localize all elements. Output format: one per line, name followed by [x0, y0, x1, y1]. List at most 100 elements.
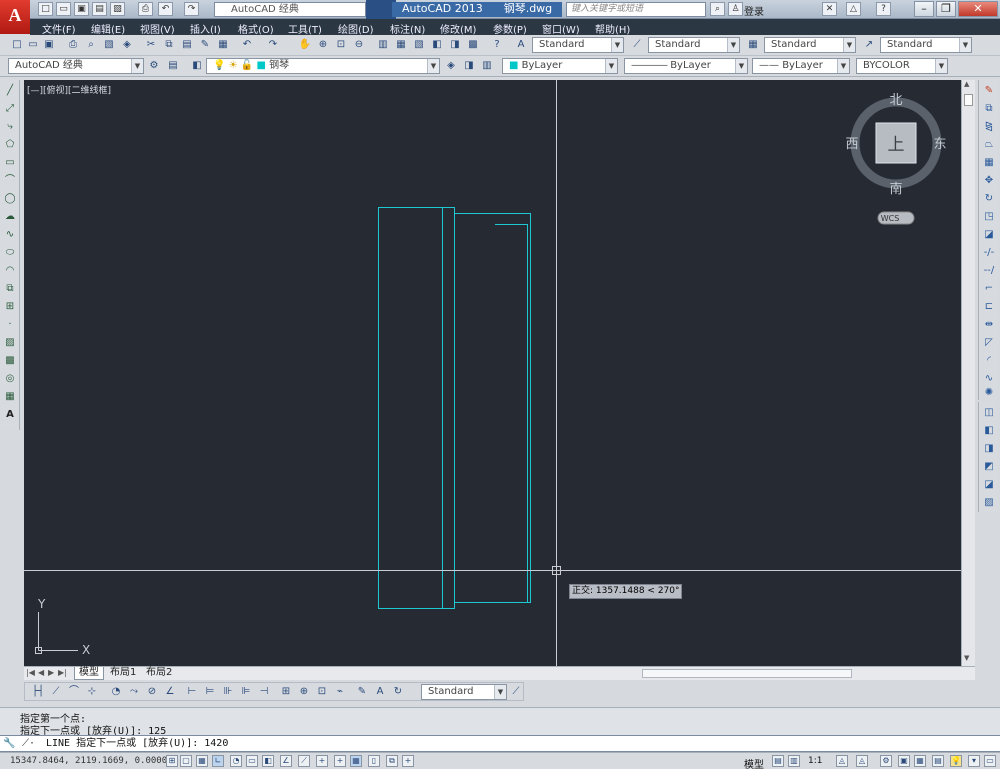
table-style-select[interactable]: Standard ▼: [764, 37, 856, 53]
zoom-window-icon[interactable]: ⊡: [334, 38, 348, 52]
text-to-front-icon[interactable]: ◪: [982, 478, 996, 492]
hardware-accel-icon[interactable]: ▦: [914, 755, 926, 767]
zoom-realtime-icon[interactable]: ⊕: [316, 38, 330, 52]
revision-cloud-icon[interactable]: ☁: [3, 210, 17, 224]
binoculars-icon[interactable]: ⌕: [710, 2, 725, 16]
scrollbar-thumb[interactable]: [964, 94, 973, 106]
drawing-area[interactable]: [—][俯视][二维线框] Y X 上 北 南 东 西 WCS 正交: 1357…: [24, 80, 961, 666]
fillet-icon[interactable]: ◜: [982, 354, 996, 368]
inspection-icon[interactable]: ⊡: [315, 685, 329, 699]
quick-view-drawings-icon[interactable]: ▥: [788, 755, 800, 767]
transparency-icon[interactable]: ▦: [350, 755, 362, 767]
hatch-to-back-icon[interactable]: ▨: [982, 496, 996, 510]
cut-icon[interactable]: ✂: [144, 38, 158, 52]
region-icon[interactable]: ◎: [3, 372, 17, 386]
drawing-line-in-progress[interactable]: [495, 224, 528, 603]
menu-format[interactable]: 格式(O): [238, 21, 274, 36]
menu-dimension[interactable]: 标注(N): [390, 21, 425, 36]
menu-parametric[interactable]: 参数(P): [493, 21, 527, 36]
help-icon[interactable]: ?: [490, 38, 504, 52]
save-icon[interactable]: ▣: [42, 38, 56, 52]
piano-drawing[interactable]: [378, 207, 531, 609]
layer-properties-icon[interactable]: ◧: [190, 59, 204, 73]
annotation-scale[interactable]: 1:1: [808, 756, 822, 766]
annotation-monitor-icon[interactable]: +: [402, 755, 414, 767]
undo-icon[interactable]: ↶: [240, 38, 254, 52]
menu-edit[interactable]: 编辑(E): [91, 21, 125, 36]
paste-icon[interactable]: ▤: [180, 38, 194, 52]
wrench-icon[interactable]: 🔧: [3, 736, 15, 751]
ellipse-arc-icon[interactable]: ◠: [3, 264, 17, 278]
workspace-select[interactable]: AutoCAD 经典 ▼: [8, 58, 144, 74]
redo-icon[interactable]: ↷: [266, 38, 280, 52]
menu-view[interactable]: 视图(V): [140, 21, 175, 36]
chamfer-icon[interactable]: ◸: [982, 336, 996, 350]
offset-icon[interactable]: ⏢: [982, 138, 996, 152]
design-center-icon[interactable]: ▦: [394, 38, 408, 52]
horizontal-scrollbar[interactable]: [642, 669, 852, 678]
dim-style-select[interactable]: Standard ▼: [648, 37, 740, 53]
tab-prev-icon[interactable]: ◀: [38, 667, 44, 680]
linetype-select[interactable]: ———— ByLayer ▼: [624, 58, 748, 74]
workspace-toggle-icon[interactable]: ▤: [166, 59, 180, 73]
text-style-select[interactable]: Standard ▼: [532, 37, 624, 53]
aligned-dim-icon[interactable]: ⟋: [49, 685, 63, 699]
insert-block-icon[interactable]: ⧉: [3, 282, 17, 296]
login-label[interactable]: 登录: [744, 3, 764, 18]
preview-icon[interactable]: ⌕: [84, 38, 98, 52]
publish-icon[interactable]: ▧: [110, 2, 125, 16]
close-icon[interactable]: ✕: [958, 1, 998, 17]
menu-insert[interactable]: 插入(I): [190, 21, 221, 36]
quick-dim-icon[interactable]: ⊢: [185, 685, 199, 699]
snap-mode-icon[interactable]: ▢: [180, 755, 192, 767]
make-block-icon[interactable]: ⊞: [3, 300, 17, 314]
tab-layout1[interactable]: 布局1: [106, 667, 140, 680]
open-icon[interactable]: ▭: [26, 38, 40, 52]
array-icon[interactable]: ▦: [982, 156, 996, 170]
polyline-icon[interactable]: ⤷: [3, 120, 17, 134]
properties-icon[interactable]: ▥: [376, 38, 390, 52]
text-style-icon[interactable]: A: [514, 38, 528, 52]
center-mark-icon[interactable]: ⊕: [297, 685, 311, 699]
linear-dim-icon[interactable]: ├┤: [31, 685, 45, 699]
trim-icon[interactable]: -/-: [982, 246, 996, 260]
restore-icon[interactable]: ❐: [936, 1, 956, 17]
menu-window[interactable]: 窗口(W): [542, 21, 580, 36]
arc-length-icon[interactable]: ⌒: [67, 685, 81, 699]
jogged-dim-icon[interactable]: ⤳: [127, 685, 141, 699]
ducs-icon[interactable]: ⟋: [298, 755, 310, 767]
workspace-switch-icon[interactable]: ⚙: [880, 755, 892, 767]
polygon-icon[interactable]: ⬠: [3, 138, 17, 152]
plot-icon[interactable]: ⎙: [138, 2, 153, 16]
warning-icon[interactable]: △: [846, 2, 861, 16]
tab-layout2[interactable]: 布局2: [142, 667, 176, 680]
dim-space-icon[interactable]: ⊫: [239, 685, 253, 699]
tool-palettes-icon[interactable]: ▧: [412, 38, 426, 52]
dyn-icon[interactable]: +: [316, 755, 328, 767]
clean-screen-icon[interactable]: ▭: [984, 755, 996, 767]
layer-previous-icon[interactable]: ◨: [462, 59, 476, 73]
dim-style-manager-icon[interactable]: ⟋: [509, 685, 523, 699]
angular-dim-icon[interactable]: ∠: [163, 685, 177, 699]
ortho-icon[interactable]: ∟: [212, 755, 224, 767]
multileader-style-icon[interactable]: ↗: [862, 38, 876, 52]
minimize-icon[interactable]: –: [914, 1, 934, 17]
save-icon[interactable]: ▣: [74, 2, 89, 16]
baseline-dim-icon[interactable]: ⊨: [203, 685, 217, 699]
exchange-icon[interactable]: ✕: [822, 2, 837, 16]
construction-line-icon[interactable]: ⤢: [3, 102, 17, 116]
lock-ui-icon[interactable]: ▣: [898, 755, 910, 767]
break-icon[interactable]: ⊏: [982, 300, 996, 314]
plot-icon[interactable]: ⎙: [66, 38, 80, 52]
rectangle-icon[interactable]: ▭: [3, 156, 17, 170]
bring-above-icon[interactable]: ◨: [982, 442, 996, 456]
move-icon[interactable]: ✥: [982, 174, 996, 188]
scroll-down-icon[interactable]: ▼: [964, 654, 969, 662]
block-editor-icon[interactable]: ▦: [216, 38, 230, 52]
lineweight-toggle-icon[interactable]: +: [334, 755, 346, 767]
selection-cycling-icon[interactable]: ⧉: [386, 755, 398, 767]
lineweight-select[interactable]: —— ByLayer ▼: [752, 58, 850, 74]
make-current-icon[interactable]: ◈: [444, 59, 458, 73]
send-to-back-icon[interactable]: ◧: [982, 424, 996, 438]
application-status-icon[interactable]: ▾: [968, 755, 980, 767]
